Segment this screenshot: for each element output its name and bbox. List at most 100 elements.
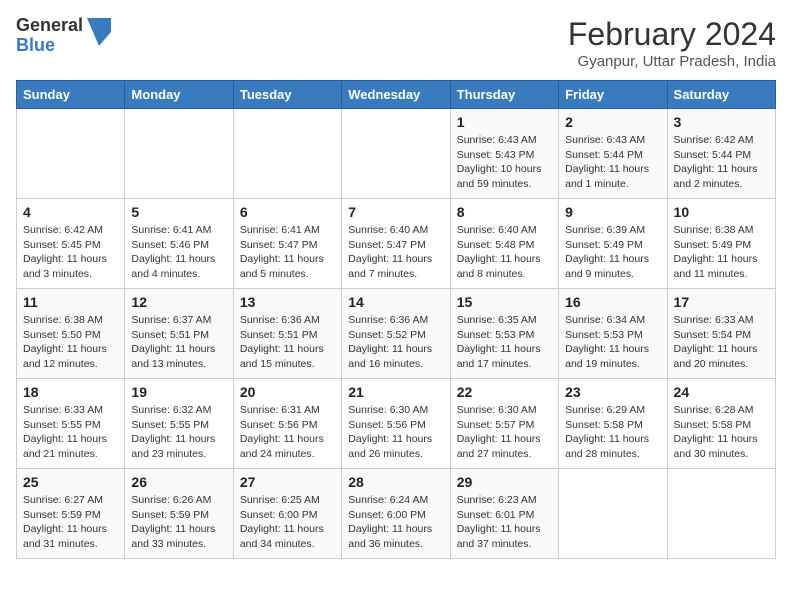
day-info: Sunrise: 6:38 AM Sunset: 5:49 PM Dayligh…: [674, 223, 769, 282]
day-info: Sunrise: 6:41 AM Sunset: 5:47 PM Dayligh…: [240, 223, 335, 282]
day-info: Sunrise: 6:41 AM Sunset: 5:46 PM Dayligh…: [131, 223, 226, 282]
col-tuesday: Tuesday: [233, 81, 341, 109]
table-row: 3Sunrise: 6:42 AM Sunset: 5:44 PM Daylig…: [667, 109, 775, 199]
col-friday: Friday: [559, 81, 667, 109]
day-number: 26: [131, 474, 226, 490]
table-row: 28 Sunrise: 6:24 AM Sunset: 6:00 PM Dayli…: [342, 469, 450, 559]
table-row: 6 Sunrise: 6:41 AM Sunset: 5:47 PM Daylig…: [233, 199, 341, 289]
day-info: Sunrise: 6:39 AM Sunset: 5:49 PM Dayligh…: [565, 223, 660, 282]
table-row: 15 Sunrise: 6:35 AM Sunset: 5:53 PM Dayli…: [450, 289, 558, 379]
logo-icon: [87, 18, 111, 46]
day-info: Sunrise: 6:42 AM Sunset: 5:45 PM Dayligh…: [23, 223, 118, 282]
day-info: Sunrise: 6:43 AM Sunset: 5:43 PM Dayligh…: [457, 133, 552, 192]
table-row: 23 Sunrise: 6:29 AM Sunset: 5:58 PM Dayli…: [559, 379, 667, 469]
table-row: 19 Sunrise: 6:32 AM Sunset: 5:55 PM Dayli…: [125, 379, 233, 469]
table-row: [342, 109, 450, 199]
table-row: [17, 109, 125, 199]
day-number: 24: [674, 384, 769, 400]
table-row: 7Sunrise: 6:40 AM Sunset: 5:47 PM Daylig…: [342, 199, 450, 289]
day-number: 4: [23, 204, 118, 220]
day-info: Sunrise: 6:37 AM Sunset: 5:51 PM Dayligh…: [131, 313, 226, 372]
header: General Blue February 2024 Gyanpur, Utta…: [16, 16, 776, 70]
day-number: 14: [348, 294, 443, 310]
calendar-subtitle: Gyanpur, Uttar Pradesh, India: [568, 53, 776, 70]
day-info: Sunrise: 6:38 AM Sunset: 5:50 PM Dayligh…: [23, 313, 118, 372]
logo-blue: Blue: [16, 36, 83, 56]
day-number: 11: [23, 294, 118, 310]
day-number: 10: [674, 204, 769, 220]
day-info: Sunrise: 6:31 AM Sunset: 5:56 PM Dayligh…: [240, 403, 335, 462]
day-number: 27: [240, 474, 335, 490]
day-number: 23: [565, 384, 660, 400]
day-info: Sunrise: 6:33 AM Sunset: 5:54 PM Dayligh…: [674, 313, 769, 372]
title-area: February 2024 Gyanpur, Uttar Pradesh, In…: [568, 16, 776, 70]
day-info: Sunrise: 6:30 AM Sunset: 5:56 PM Dayligh…: [348, 403, 443, 462]
col-monday: Monday: [125, 81, 233, 109]
calendar-title: February 2024: [568, 16, 776, 53]
table-row: [559, 469, 667, 559]
table-row: 29 Sunrise: 6:23 AM Sunset: 6:01 PM Dayli…: [450, 469, 558, 559]
table-row: 16 Sunrise: 6:34 AM Sunset: 5:53 PM Dayli…: [559, 289, 667, 379]
col-saturday: Saturday: [667, 81, 775, 109]
table-row: [233, 109, 341, 199]
day-info: Sunrise: 6:40 AM Sunset: 5:48 PM Dayligh…: [457, 223, 552, 282]
day-info: Sunrise: 6:36 AM Sunset: 5:51 PM Dayligh…: [240, 313, 335, 372]
table-row: 18 Sunrise: 6:33 AM Sunset: 5:55 PM Dayli…: [17, 379, 125, 469]
day-number: 25: [23, 474, 118, 490]
day-number: 1: [457, 114, 552, 130]
day-number: 3: [674, 114, 769, 130]
day-number: 29: [457, 474, 552, 490]
day-number: 18: [23, 384, 118, 400]
table-row: [667, 469, 775, 559]
day-number: 13: [240, 294, 335, 310]
table-row: 21 Sunrise: 6:30 AM Sunset: 5:56 PM Dayli…: [342, 379, 450, 469]
table-row: 4 Sunrise: 6:42 AM Sunset: 5:45 PM Daylig…: [17, 199, 125, 289]
col-thursday: Thursday: [450, 81, 558, 109]
day-number: 5: [131, 204, 226, 220]
day-number: 21: [348, 384, 443, 400]
day-number: 22: [457, 384, 552, 400]
table-row: [125, 109, 233, 199]
day-info: Sunrise: 6:29 AM Sunset: 5:58 PM Dayligh…: [565, 403, 660, 462]
calendar-body: 1 Sunrise: 6:43 AM Sunset: 5:43 PM Daylig…: [17, 109, 776, 559]
day-number: 17: [674, 294, 769, 310]
table-row: 5 Sunrise: 6:41 AM Sunset: 5:46 PM Daylig…: [125, 199, 233, 289]
table-row: 25 Sunrise: 6:27 AM Sunset: 5:59 PM Dayli…: [17, 469, 125, 559]
table-row: 10 Sunrise: 6:38 AM Sunset: 5:49 PM Dayli…: [667, 199, 775, 289]
table-row: 24 Sunrise: 6:28 AM Sunset: 5:58 PM Dayli…: [667, 379, 775, 469]
day-info: Sunrise: 6:28 AM Sunset: 5:58 PM Dayligh…: [674, 403, 769, 462]
day-info: Sunrise: 6:25 AM Sunset: 6:00 PM Dayligh…: [240, 493, 335, 552]
day-info: Sunrise: 6:32 AM Sunset: 5:55 PM Dayligh…: [131, 403, 226, 462]
day-info: Sunrise: 6:23 AM Sunset: 6:01 PM Dayligh…: [457, 493, 552, 552]
table-row: 8 Sunrise: 6:40 AM Sunset: 5:48 PM Daylig…: [450, 199, 558, 289]
day-number: 8: [457, 204, 552, 220]
day-number: 19: [131, 384, 226, 400]
table-row: 20Sunrise: 6:31 AM Sunset: 5:56 PM Dayli…: [233, 379, 341, 469]
day-number: 9: [565, 204, 660, 220]
day-info: Sunrise: 6:30 AM Sunset: 5:57 PM Dayligh…: [457, 403, 552, 462]
table-row: 14Sunrise: 6:36 AM Sunset: 5:52 PM Dayli…: [342, 289, 450, 379]
table-row: 22 Sunrise: 6:30 AM Sunset: 5:57 PM Dayli…: [450, 379, 558, 469]
day-info: Sunrise: 6:26 AM Sunset: 5:59 PM Dayligh…: [131, 493, 226, 552]
day-number: 28: [348, 474, 443, 490]
table-row: 9 Sunrise: 6:39 AM Sunset: 5:49 PM Daylig…: [559, 199, 667, 289]
day-number: 7: [348, 204, 443, 220]
table-row: 2 Sunrise: 6:43 AM Sunset: 5:44 PM Daylig…: [559, 109, 667, 199]
day-number: 16: [565, 294, 660, 310]
day-info: Sunrise: 6:43 AM Sunset: 5:44 PM Dayligh…: [565, 133, 660, 192]
table-row: 13 Sunrise: 6:36 AM Sunset: 5:51 PM Dayli…: [233, 289, 341, 379]
table-row: 1 Sunrise: 6:43 AM Sunset: 5:43 PM Daylig…: [450, 109, 558, 199]
calendar-header: Sunday Monday Tuesday Wednesday Thursday…: [17, 81, 776, 109]
table-row: 17 Sunrise: 6:33 AM Sunset: 5:54 PM Dayli…: [667, 289, 775, 379]
day-info: Sunrise: 6:27 AM Sunset: 5:59 PM Dayligh…: [23, 493, 118, 552]
day-info: Sunrise: 6:35 AM Sunset: 5:53 PM Dayligh…: [457, 313, 552, 372]
col-wednesday: Wednesday: [342, 81, 450, 109]
day-number: 15: [457, 294, 552, 310]
day-number: 2: [565, 114, 660, 130]
day-info: Sunrise: 6:33 AM Sunset: 5:55 PM Dayligh…: [23, 403, 118, 462]
day-info: Sunrise: 6:34 AM Sunset: 5:53 PM Dayligh…: [565, 313, 660, 372]
day-number: 6: [240, 204, 335, 220]
table-row: 12Sunrise: 6:37 AM Sunset: 5:51 PM Dayli…: [125, 289, 233, 379]
day-info: Sunrise: 6:24 AM Sunset: 6:00 PM Dayligh…: [348, 493, 443, 552]
table-row: 27 Sunrise: 6:25 AM Sunset: 6:00 PM Dayli…: [233, 469, 341, 559]
